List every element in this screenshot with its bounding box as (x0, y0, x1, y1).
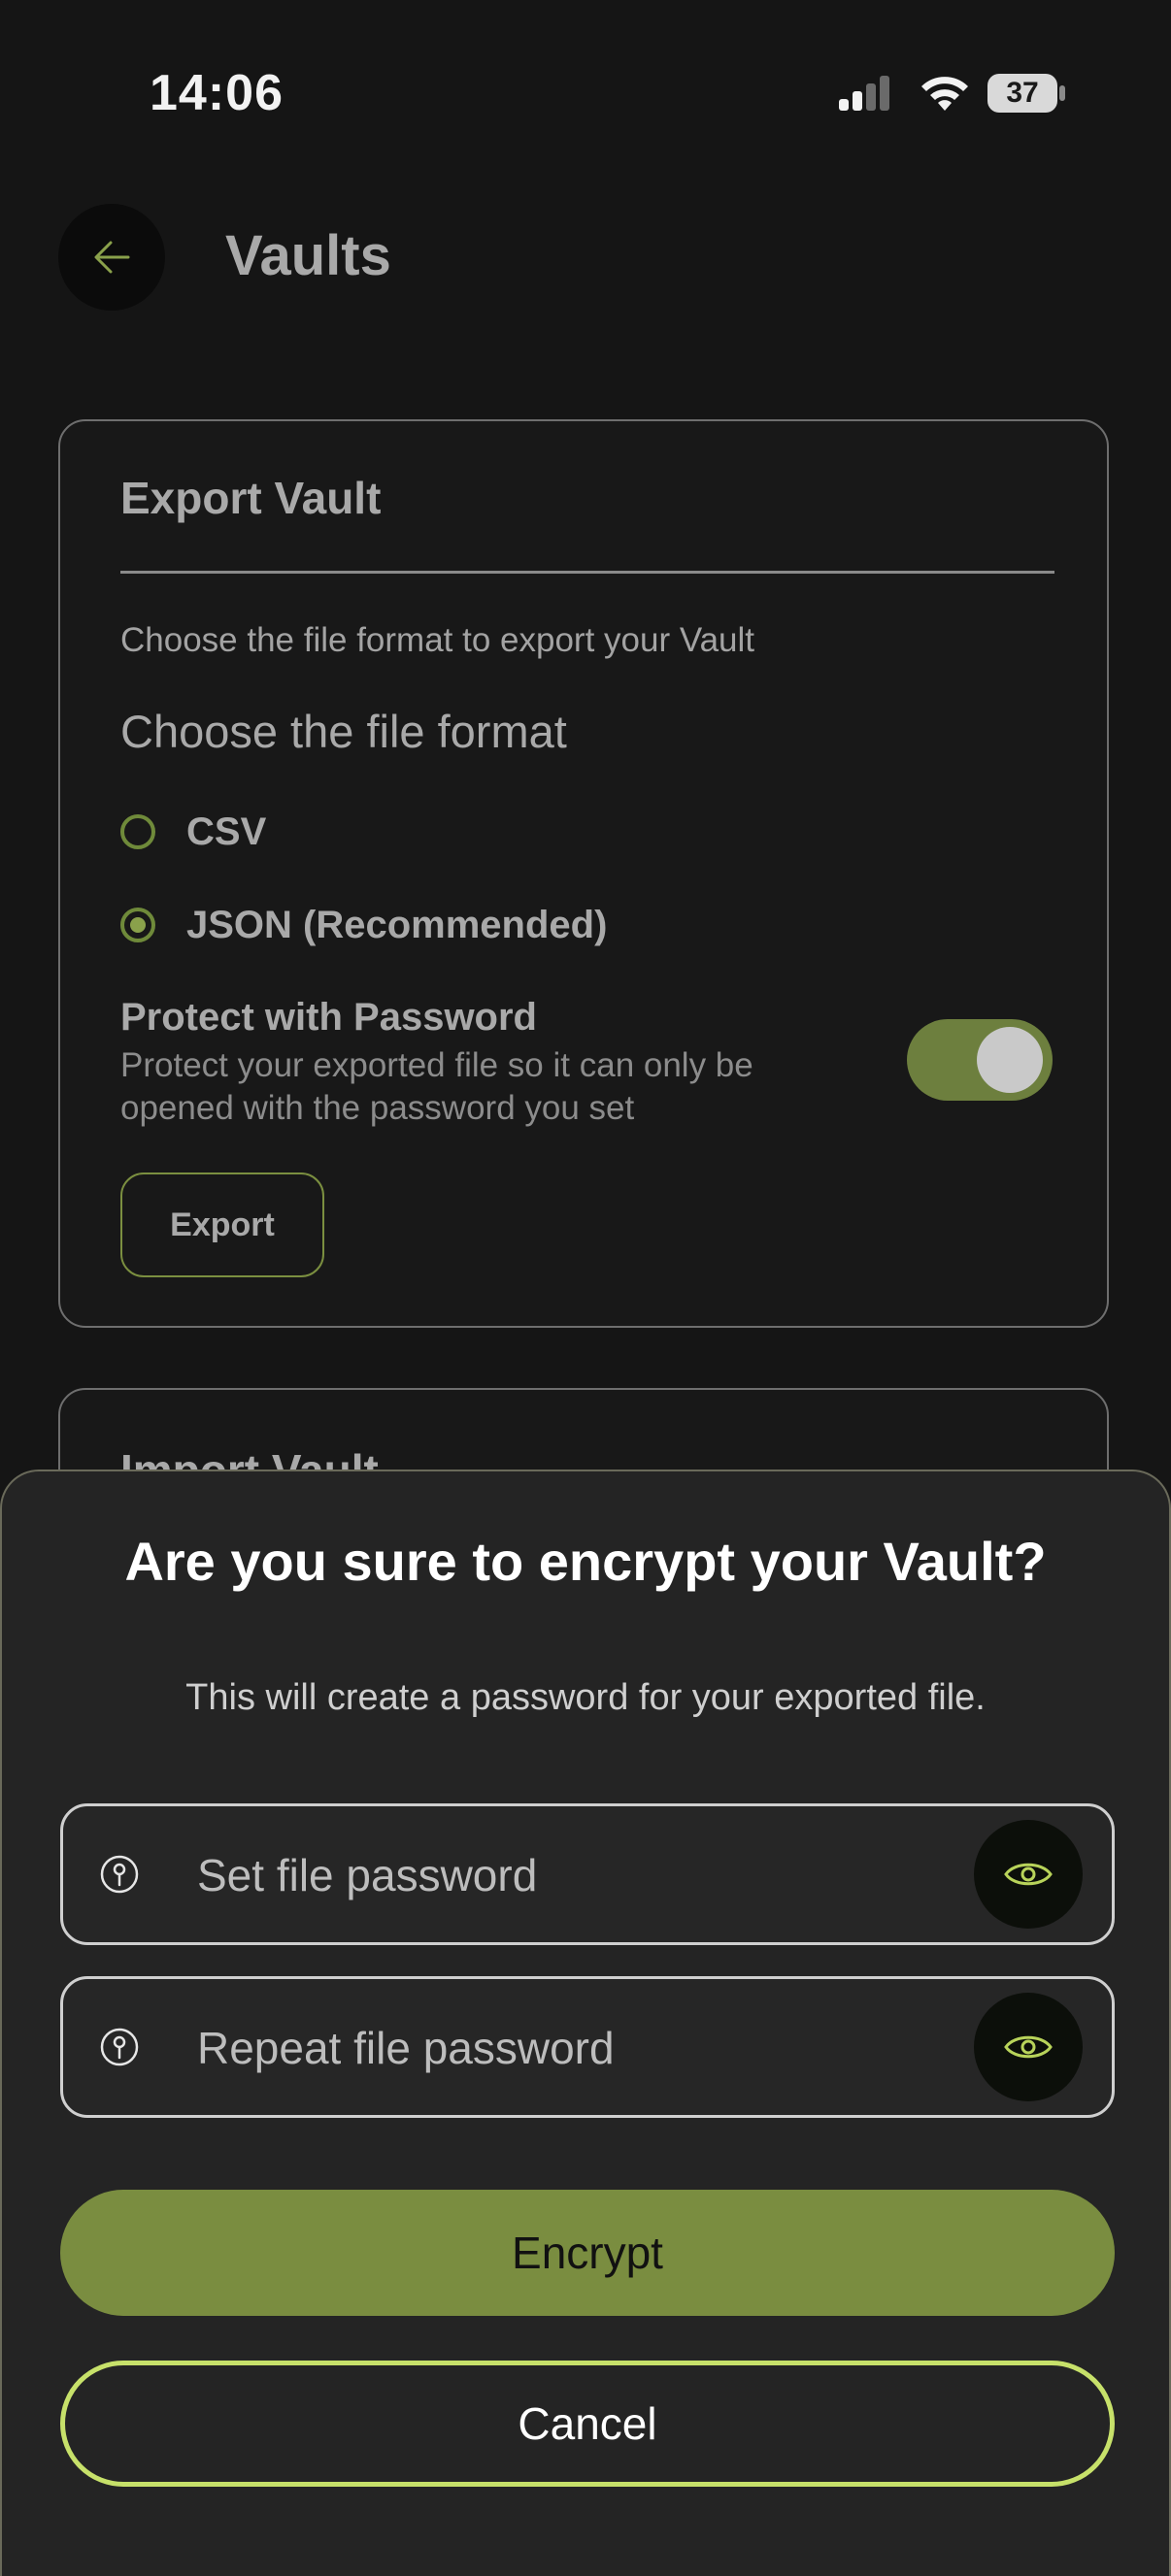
cancel-button[interactable]: Cancel (60, 2361, 1115, 2487)
show-repeat-password-button[interactable] (974, 1993, 1083, 2101)
export-vault-card: Export Vault Choose the file format to e… (58, 419, 1109, 1328)
radio-option-json[interactable]: JSON (Recommended) (120, 901, 607, 949)
set-password-input[interactable] (197, 1841, 935, 1909)
protect-title: Protect with Password (120, 996, 537, 1039)
battery-tip (1059, 85, 1065, 101)
encrypt-bottom-sheet: Are you sure to encrypt your Vault? This… (0, 1470, 1171, 2576)
battery-icon: 37 (987, 74, 1057, 113)
format-heading: Choose the file format (120, 706, 567, 757)
protect-description: Protect your exported file so it can onl… (120, 1046, 753, 1127)
radio-button-json[interactable] (120, 908, 155, 942)
radio-label-json: JSON (Recommended) (186, 903, 608, 946)
sheet-description: This will create a password for your exp… (185, 1677, 986, 1718)
export-card-title: Export Vault (120, 473, 382, 523)
eye-icon (1004, 2035, 1053, 2059)
key-icon (100, 1855, 139, 1894)
wifi-icon (921, 77, 968, 111)
key-icon (100, 2028, 139, 2066)
toggle-knob (977, 1027, 1043, 1093)
set-password-field[interactable] (60, 1803, 1115, 1945)
radio-button-csv[interactable] (120, 814, 155, 849)
page-title: Vaults (225, 224, 391, 287)
repeat-password-field[interactable] (60, 1976, 1115, 2118)
radio-option-csv[interactable]: CSV (120, 808, 266, 856)
protect-toggle[interactable] (907, 1019, 1053, 1101)
export-card-description: Choose the file format to export your Va… (120, 621, 755, 659)
back-button[interactable] (58, 204, 165, 311)
eye-icon (1004, 1863, 1053, 1886)
radio-label-csv: CSV (186, 809, 267, 853)
show-password-button[interactable] (974, 1820, 1083, 1929)
repeat-password-input[interactable] (197, 2014, 935, 2082)
sheet-title: Are you sure to encrypt your Vault? (124, 1531, 1047, 1592)
encrypt-button[interactable]: Encrypt (60, 2190, 1115, 2316)
export-button[interactable]: Export (120, 1172, 324, 1277)
status-icons: 37 (837, 70, 1070, 120)
cellular-signal-icon (839, 76, 889, 111)
arrow-left-icon (94, 241, 130, 274)
divider (120, 571, 1054, 574)
status-time: 14:06 (150, 65, 284, 121)
